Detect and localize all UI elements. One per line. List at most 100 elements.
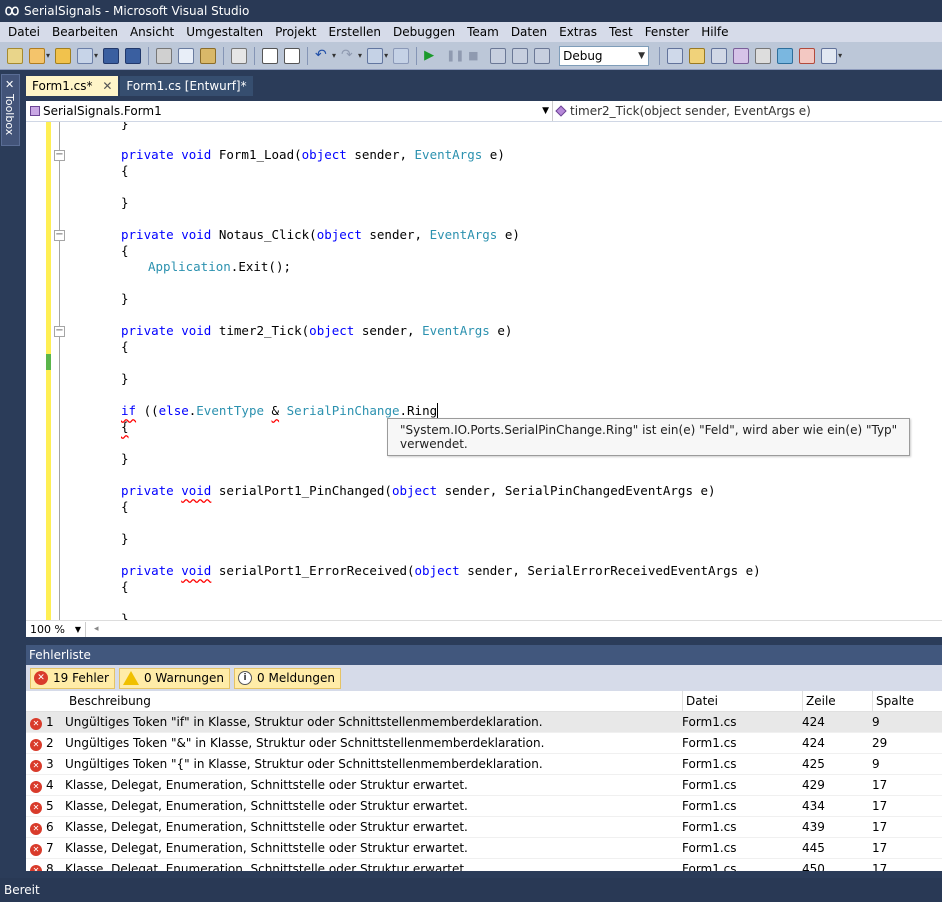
menu-umgestalten[interactable]: Umgestalten [180,22,269,42]
chevron-down-icon: ▼ [542,106,549,116]
scroll-left-icon[interactable]: ◂ [94,624,99,634]
column-header-column[interactable]: Spalte [872,691,938,712]
method-signature: timer2_Tick( [211,323,310,338]
open-file-icon[interactable] [55,47,72,64]
add-existing-icon[interactable] [77,47,94,64]
error-icon: ✕ [28,733,42,754]
code-text: . [399,403,408,418]
paste-icon[interactable] [200,47,217,64]
start-debugging-icon[interactable]: ▶ [424,48,440,64]
toolbar-separator [223,46,225,65]
table-row[interactable]: ✕ 3 Ungültiges Token "{" in Klasse, Strukt… [26,754,942,775]
tab-label: Form1.cs [Entwurf]* [126,79,247,93]
menu-hilfe[interactable]: Hilfe [695,22,734,42]
menu-test[interactable]: Test [603,22,639,42]
error-file: Form1.cs [682,757,737,771]
stop-icon[interactable]: ■ [468,48,484,64]
table-row[interactable]: ✕ 6 Klasse, Delegat, Enumeration, Schnitts… [26,817,942,838]
error-file: Form1.cs [682,820,737,834]
menu-team[interactable]: Team [461,22,505,42]
menu-debuggen[interactable]: Debuggen [387,22,461,42]
status-bar: Bereit [0,878,942,902]
table-row[interactable]: ✕ 2 Ungültiges Token "&" in Klasse, Strukt… [26,733,942,754]
uncomment-icon[interactable] [284,47,301,64]
error-number: 6 [46,820,54,834]
new-project-icon[interactable] [7,47,23,64]
tab-form1-cs[interactable]: Form1.cs* ✕ [26,76,119,96]
column-header-description[interactable]: Beschreibung [69,691,683,712]
save-icon[interactable] [103,47,120,64]
code-text: { [121,419,129,434]
menu-extras[interactable]: Extras [553,22,603,42]
errors-filter-button[interactable]: ✕ 19 Fehler [30,667,115,689]
object-browser-icon[interactable] [733,47,750,64]
find-icon[interactable] [231,47,248,64]
navigate-back-icon[interactable] [367,47,384,64]
start-page-icon[interactable] [821,47,838,64]
table-row[interactable]: ✕ 1 Ungültiges Token "if" in Klasse, Struk… [26,712,942,733]
close-icon[interactable]: ✕ [102,79,112,93]
errors-count: 19 Fehler [53,671,109,685]
error-icon: ✕ [28,712,42,733]
pause-icon[interactable]: ❚❚ [446,48,464,64]
step-into-icon[interactable] [490,47,507,64]
menu-bearbeiten[interactable]: Bearbeiten [46,22,124,42]
menu-datei[interactable]: Datei [2,22,46,42]
redo-icon[interactable]: ↷ [341,48,357,64]
keyword: else [158,403,189,418]
table-row[interactable]: ✕ 5 Klasse, Delegat, Enumeration, Schnitts… [26,796,942,817]
save-all-icon[interactable] [125,47,142,64]
table-row[interactable]: ✕ 4 Klasse, Delegat, Enumeration, Schnitts… [26,775,942,796]
error-file: Form1.cs [682,736,737,750]
class-dropdown[interactable]: SerialSignals.Form1 ▼ [26,101,553,121]
toolbar-separator [659,46,661,65]
properties-window-icon[interactable] [711,47,728,64]
class-view-icon[interactable] [777,47,794,64]
menu-ansicht[interactable]: Ansicht [124,22,180,42]
add-item-icon[interactable] [29,47,45,64]
toolbar-separator [307,46,309,65]
member-dropdown[interactable]: timer2_Tick(object sender, EventArgs e) [553,101,942,121]
title-bar: SerialSignals - Microsoft Visual Studio [0,0,942,22]
method-icon [555,105,567,117]
messages-filter-button[interactable]: i 0 Meldungen [234,667,341,689]
toolbox-icon[interactable] [755,47,772,64]
collapse-icon[interactable]: − [54,326,65,337]
cut-icon[interactable] [156,47,173,64]
error-list-icon[interactable] [799,47,816,64]
code-line: { [121,339,129,354]
error-description: Klasse, Delegat, Enumeration, Schnittste… [65,778,468,792]
add-item-dropdown-icon[interactable]: ▾ [46,51,50,60]
step-over-icon[interactable] [512,47,529,64]
warnings-filter-button[interactable]: 0 Warnungen [118,667,231,689]
table-row[interactable]: ✕ 7 Klasse, Delegat, Enumeration, Schnitts… [26,838,942,859]
menu-erstellen[interactable]: Erstellen [323,22,388,42]
column-header-line[interactable]: Zeile [802,691,868,712]
tab-form1-designer[interactable]: Form1.cs [Entwurf]* [120,76,253,96]
solution-explorer-icon[interactable] [689,47,706,64]
navigate-forward-icon[interactable] [393,47,410,64]
error-icon: ✕ [28,838,42,859]
menu-fenster[interactable]: Fenster [639,22,696,42]
navigate-back-dropdown-icon[interactable]: ▾ [384,51,388,60]
zoom-select[interactable]: 100 % ▼ [26,621,86,637]
undo-dropdown-icon[interactable]: ▾ [332,51,336,60]
column-header-file[interactable]: Datei [682,691,799,712]
collapse-icon[interactable]: − [54,150,65,161]
method-signature: serialPort1_ErrorReceived( [211,563,415,578]
status-text: Bereit [4,883,40,897]
copy-icon[interactable] [178,47,195,64]
add-existing-dropdown-icon[interactable]: ▾ [94,51,98,60]
step-out-icon[interactable] [534,47,551,64]
menu-projekt[interactable]: Projekt [269,22,322,42]
collapse-icon[interactable]: − [54,230,65,241]
redo-dropdown-icon[interactable]: ▾ [358,51,362,60]
comment-icon[interactable] [262,47,279,64]
solution-configuration-select[interactable]: Debug ▼ [559,45,650,66]
find-in-files-icon[interactable] [667,47,684,64]
table-row[interactable]: ✕ 8 Klasse, Delegat, Enumeration, Schnitts… [26,859,942,871]
menu-daten[interactable]: Daten [505,22,553,42]
undo-icon[interactable]: ↶ [315,48,331,64]
toolbar-overflow-icon[interactable]: ▾ [838,51,842,60]
code-editor[interactable]: − − − } private void Form1_Load(object s… [26,122,942,620]
